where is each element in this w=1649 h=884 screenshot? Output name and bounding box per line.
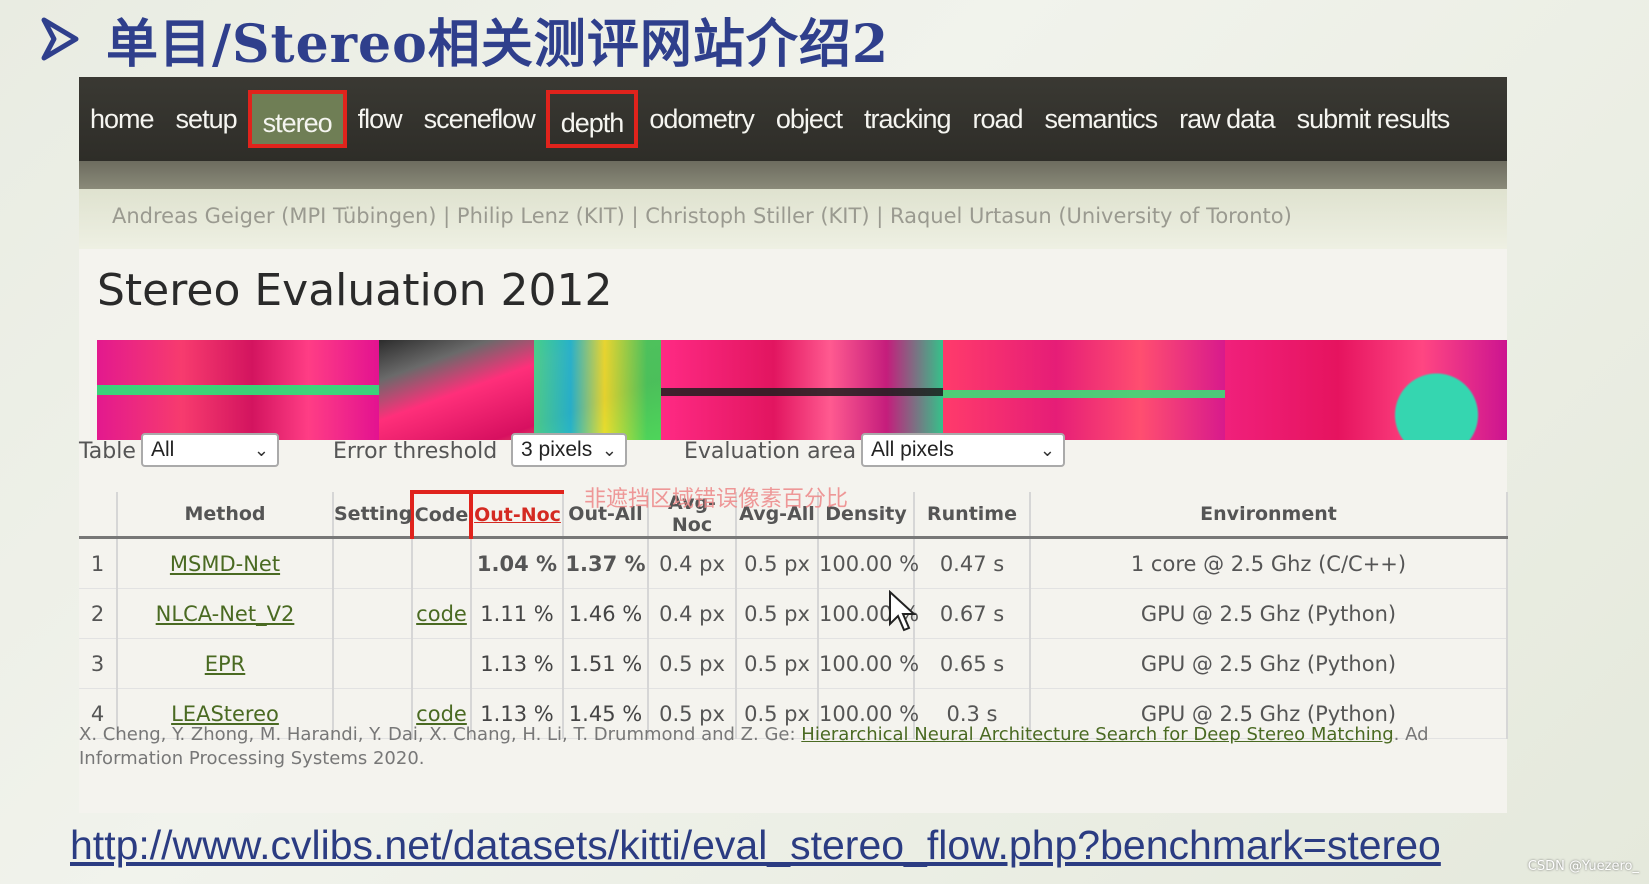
- table-select[interactable]: All ⌄: [141, 433, 279, 467]
- cell-rank: 2: [79, 588, 118, 639]
- cell-density: 100.00 %: [818, 638, 919, 689]
- cell-avg-noc: 0.4 px: [648, 588, 737, 639]
- kitti-webpage: home setup stereo flow sceneflow depth odometr…: [79, 77, 1508, 813]
- method-link[interactable]: LEAStereo: [171, 702, 279, 726]
- code-link[interactable]: code: [416, 602, 467, 626]
- disparity-image: [379, 340, 661, 440]
- cell-out-all: 1.46 %: [563, 588, 649, 639]
- cell-out-all: 1.51 %: [563, 638, 649, 689]
- cell-out-noc: 1.11 %: [471, 588, 564, 639]
- cell-rank: 1: [79, 537, 118, 589]
- nav-menu: home setup stereo flow sceneflow depth odometr…: [79, 77, 1460, 161]
- cell-avg-all: 0.5 px: [736, 638, 819, 689]
- nav-item-flow[interactable]: flow: [347, 90, 413, 148]
- nav-item-depth[interactable]: depth: [545, 90, 639, 148]
- evaluation-area-label: Evaluation area: [684, 439, 857, 464]
- cell-environment: 1 core @ 2.5 Ghz (C/C++): [1030, 537, 1508, 589]
- method-link[interactable]: EPR: [205, 652, 246, 676]
- table-row: 1 MSMD-Net 1.04 % 1.37 % 0.4 px 0.5 px 100.00 …: [79, 537, 1508, 589]
- nav-item-object[interactable]: object: [765, 90, 853, 148]
- watermark: CSDN @Yuezero_: [1527, 859, 1639, 874]
- table-body: 1 MSMD-Net 1.04 % 1.37 % 0.4 px 0.5 px 100.00 …: [79, 537, 1508, 739]
- nav-item-raw-data[interactable]: raw data: [1168, 90, 1286, 148]
- method-link[interactable]: NLCA-Net_V2: [156, 602, 295, 626]
- evaluation-area-value: All pixels: [871, 438, 954, 461]
- cell-avg-all: 0.5 px: [736, 588, 819, 639]
- cell-out-noc: 1.04 %: [471, 537, 564, 589]
- results-table: Method Setting Code Out-Noc Out-All Avg-Noc Av…: [79, 490, 1508, 739]
- cell-avg-all: 0.5 px: [736, 537, 819, 589]
- chevron-down-icon: ⌄: [253, 440, 269, 460]
- benchmark-url-link[interactable]: http://www.cvlibs.net/datasets/kitti/eva…: [70, 822, 1441, 869]
- table-select-value: All: [151, 438, 175, 461]
- code-link[interactable]: code: [416, 702, 467, 726]
- nav-item-road[interactable]: road: [962, 90, 1034, 148]
- chevron-down-icon: ⌄: [601, 440, 617, 460]
- nav-item-sceneflow[interactable]: sceneflow: [413, 90, 546, 148]
- disparity-image: [943, 340, 1225, 440]
- nav-item-submit-results[interactable]: submit results: [1286, 90, 1461, 148]
- cell-runtime: 0.65 s: [914, 638, 1031, 689]
- cell-avg-noc: 0.4 px: [648, 537, 737, 589]
- page-title: Stereo Evaluation 2012: [97, 265, 613, 316]
- table-row: 2 NLCA-Net_V2 code 1.11 % 1.46 % 0.4 px 0.5 px…: [79, 588, 1508, 639]
- nav-item-odometry[interactable]: odometry: [638, 90, 765, 148]
- citation: X. Cheng, Y. Zhong, M. Harandi, Y. Dai, …: [79, 723, 1507, 771]
- cell-setting: [333, 537, 413, 589]
- disparity-image: [1225, 340, 1507, 440]
- nav-item-home[interactable]: home: [79, 90, 165, 148]
- navbar-divider: [79, 161, 1507, 189]
- cell-rank: 3: [79, 638, 118, 689]
- disparity-image-strip: [97, 340, 1507, 440]
- mouse-cursor-icon: [889, 590, 917, 632]
- cell-density: 100.00 %: [818, 537, 919, 589]
- disparity-image: [97, 340, 379, 440]
- cell-setting: [333, 638, 413, 689]
- cell-runtime: 0.67 s: [914, 588, 1031, 639]
- arrow-bullet-icon: [41, 17, 79, 61]
- citation-paper-link[interactable]: Hierarchical Neural Architecture Search …: [801, 724, 1393, 745]
- nav-item-tracking[interactable]: tracking: [853, 90, 962, 148]
- cell-avg-noc: 0.5 px: [648, 638, 737, 689]
- cell-environment: GPU @ 2.5 Ghz (Python): [1030, 638, 1508, 689]
- chevron-down-icon: ⌄: [1039, 440, 1055, 460]
- cell-code: code: [412, 588, 472, 639]
- cell-method: NLCA-Net_V2: [117, 588, 334, 639]
- cell-setting: [333, 588, 413, 639]
- disparity-image: [661, 340, 943, 440]
- cell-out-all: 1.37 %: [563, 537, 649, 589]
- nav-item-setup[interactable]: setup: [165, 90, 248, 148]
- cell-method: MSMD-Net: [117, 537, 334, 589]
- column-header-setting[interactable]: Setting: [333, 492, 413, 539]
- citation-authors: X. Cheng, Y. Zhong, M. Harandi, Y. Dai, …: [79, 724, 802, 745]
- table-row: 3 EPR 1.13 % 1.51 % 0.5 px 0.5 px 100.00 % 0.65…: [79, 638, 1508, 689]
- cell-environment: GPU @ 2.5 Ghz (Python): [1030, 588, 1508, 639]
- evaluation-area-select[interactable]: All pixels ⌄: [861, 433, 1065, 467]
- cell-code: [412, 537, 472, 589]
- error-threshold-value: 3 pixels: [521, 438, 593, 461]
- authors-line: Andreas Geiger (MPI Tübingen) | Philip L…: [112, 204, 1292, 228]
- cell-method: EPR: [117, 638, 334, 689]
- slide-title: 单目/Stereo相关测评网站介绍2: [106, 13, 889, 75]
- error-threshold-label: Error threshold: [333, 439, 498, 464]
- column-header-environment[interactable]: Environment: [1030, 492, 1508, 539]
- table-filter-label: Table: [79, 439, 136, 464]
- column-header-rank[interactable]: [79, 492, 118, 539]
- column-header-runtime[interactable]: Runtime: [914, 492, 1031, 539]
- nav-item-stereo[interactable]: stereo: [247, 90, 347, 148]
- filter-bar: Table All ⌄ Error threshold 3 pixels ⌄ E…: [79, 429, 1507, 479]
- error-threshold-select[interactable]: 3 pixels ⌄: [511, 433, 627, 467]
- method-link[interactable]: MSMD-Net: [170, 552, 280, 576]
- nav-item-semantics[interactable]: semantics: [1034, 90, 1169, 148]
- cell-runtime: 0.47 s: [914, 537, 1031, 589]
- column-header-out-noc[interactable]: Out-Noc: [469, 490, 564, 539]
- cell-out-noc: 1.13 %: [471, 638, 564, 689]
- column-header-method[interactable]: Method: [117, 492, 334, 539]
- cell-code: [412, 638, 472, 689]
- slide-title-row: 单目/Stereo相关测评网站介绍2: [40, 6, 889, 75]
- annotation-text: 非遮挡区域错误像素百分比: [584, 487, 849, 512]
- top-navbar: home setup stereo flow sceneflow depth odometr…: [79, 77, 1507, 161]
- column-header-code[interactable]: Code: [410, 490, 472, 539]
